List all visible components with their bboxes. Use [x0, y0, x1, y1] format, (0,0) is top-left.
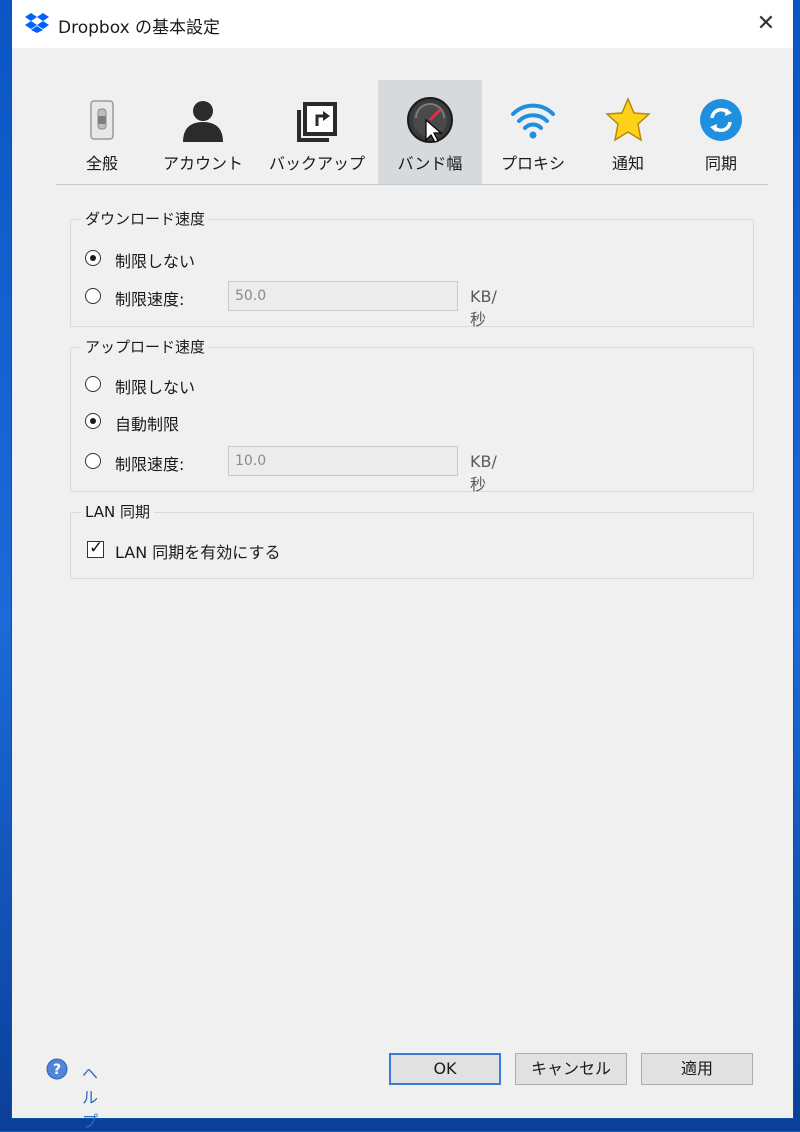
settings-tab-bar: 全般 アカウント バックアップ バンド幅 プロキシ 通知 同期 [58, 80, 768, 184]
unit-label: KB/秒 [470, 452, 497, 494]
lan-sync-group: LAN 同期 ✓ LAN 同期を有効にする [70, 501, 754, 579]
tab-label: アカウント [162, 154, 243, 173]
checkbox-label: LAN 同期を有効にする [115, 543, 281, 562]
backup-icon [297, 102, 337, 142]
radio-label: 制限速度: [115, 290, 185, 309]
radio-button[interactable] [85, 250, 101, 266]
tab-label: バックアップ [268, 154, 365, 173]
radio-label: 制限速度: [115, 455, 185, 474]
upload-limit-input[interactable]: 10.0 [228, 446, 458, 476]
radio-label: 制限しない [115, 378, 196, 397]
tab-account[interactable]: アカウント [154, 80, 252, 184]
window-title: Dropbox の基本設定 [58, 18, 221, 38]
group-legend: LAN 同期 [81, 501, 154, 522]
close-icon: ✕ [756, 11, 776, 36]
preferences-window: Dropbox の基本設定 ✕ 全般 アカウント バックアップ バンド幅 プロキ… [12, 0, 793, 1131]
tab-sync[interactable]: 同期 [680, 80, 762, 184]
tab-divider [56, 184, 768, 185]
svg-text:?: ? [53, 1062, 61, 1078]
unit-label: KB/秒 [470, 287, 497, 329]
radio-button[interactable] [85, 413, 101, 429]
download-speed-group: ダウンロード速度 制限しない 制限速度: 50.0 KB/秒 [70, 208, 754, 329]
person-icon [183, 101, 223, 142]
group-legend: アップロード速度 [81, 336, 210, 357]
radio-button[interactable] [85, 376, 101, 392]
upload-speed-group: アップロード速度 制限しない 自動制限 制限速度: 10.0 KB/秒 [70, 336, 754, 494]
tab-label: 同期 [704, 154, 737, 173]
cancel-button[interactable]: キャンセル [515, 1053, 627, 1085]
help-icon: ? [46, 1058, 68, 1080]
lan-sync-checkbox[interactable]: ✓ [87, 538, 104, 558]
group-legend: ダウンロード速度 [81, 208, 210, 229]
tab-general[interactable]: 全般 [58, 80, 146, 184]
tab-proxy[interactable]: プロキシ [490, 80, 576, 184]
help-label: ヘルプ [82, 1064, 99, 1131]
tab-label: バンド幅 [397, 154, 463, 173]
switch-icon [90, 100, 114, 140]
tab-label: 通知 [611, 154, 644, 173]
dropbox-logo-icon [25, 13, 49, 33]
title-bar: Dropbox の基本設定 ✕ [12, 0, 793, 48]
tab-label: 全般 [85, 154, 118, 173]
sync-icon [700, 99, 742, 141]
download-limit-input[interactable]: 50.0 [228, 281, 458, 311]
ok-button[interactable]: OK [389, 1053, 501, 1085]
tab-label: プロキシ [500, 154, 565, 173]
radio-label: 制限しない [115, 252, 196, 271]
radio-button[interactable] [85, 453, 101, 469]
radio-button[interactable] [85, 288, 101, 304]
speedometer-icon [407, 97, 453, 143]
wifi-icon [511, 103, 555, 139]
tab-backup[interactable]: バックアップ [263, 80, 371, 184]
close-button[interactable]: ✕ [751, 9, 781, 39]
radio-label: 自動制限 [115, 415, 180, 434]
star-icon [605, 97, 651, 142]
apply-button[interactable]: 適用 [641, 1053, 753, 1085]
tab-bandwidth[interactable]: バンド幅 [378, 80, 482, 184]
tab-notifications[interactable]: 通知 [584, 80, 672, 184]
checkmark-icon: ✓ [89, 538, 104, 558]
